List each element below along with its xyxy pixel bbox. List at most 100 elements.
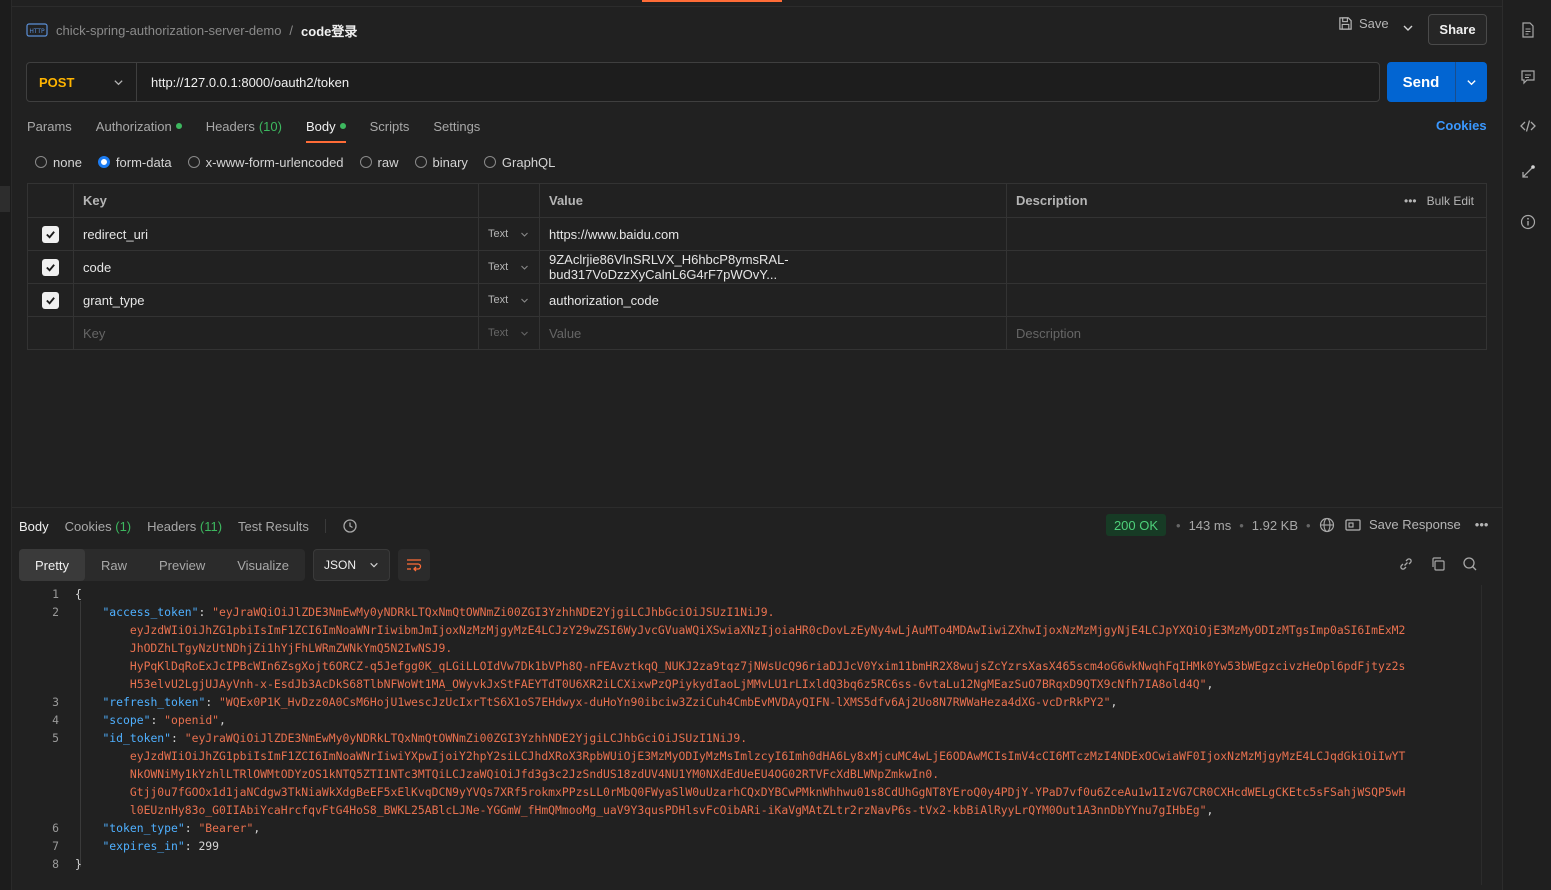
response-tab-headers-count: (11) bbox=[199, 518, 223, 534]
new-description-input[interactable]: Description bbox=[1006, 317, 1486, 349]
row-type-select[interactable]: Text bbox=[478, 284, 539, 316]
row-value[interactable]: https://www.baidu.com bbox=[539, 218, 1006, 250]
save-button[interactable]: Save bbox=[1338, 16, 1389, 31]
tab-body[interactable]: Body bbox=[305, 116, 346, 143]
code-icon[interactable] bbox=[1519, 117, 1537, 135]
row-description[interactable] bbox=[1006, 218, 1486, 250]
new-type-select[interactable]: Text bbox=[478, 317, 539, 349]
radio-raw[interactable]: raw bbox=[359, 154, 399, 170]
code-line: 3 "refresh_token": "WQEx0P1K_HvDzz0A0CsM… bbox=[19, 693, 1487, 711]
response-body-code[interactable]: 1{2 "access_token": "eyJraWQiOiJlZDE3NmE… bbox=[19, 585, 1487, 885]
radio-graphql[interactable]: GraphQL bbox=[483, 155, 555, 170]
format-select[interactable]: JSON bbox=[313, 549, 391, 581]
response-tab-headers[interactable]: Headers (11) bbox=[147, 519, 222, 534]
breadcrumb-separator: / bbox=[289, 22, 294, 38]
share-button[interactable]: Share bbox=[1428, 14, 1487, 45]
method-label: POST bbox=[39, 74, 75, 90]
wrap-lines-button[interactable] bbox=[398, 549, 431, 581]
active-dot-icon bbox=[175, 123, 182, 129]
related-collections-icon[interactable] bbox=[1519, 163, 1537, 181]
response-tab-cookies[interactable]: Cookies (1) bbox=[65, 519, 131, 534]
row-value[interactable]: 9ZAclrjie86VlnSRLVX_H6hbcP8ymsRAL-bud317… bbox=[539, 251, 1006, 283]
code-scrollbar[interactable] bbox=[1481, 585, 1487, 885]
tab-settings[interactable]: Settings bbox=[433, 116, 480, 136]
row-checkbox-cell[interactable] bbox=[28, 218, 73, 250]
status-badge[interactable]: 200 OK bbox=[1106, 514, 1166, 536]
view-tab-preview[interactable]: Preview bbox=[143, 549, 221, 581]
globe-icon[interactable] bbox=[1319, 517, 1335, 533]
response-size[interactable]: 1.92 KB bbox=[1252, 518, 1298, 533]
tab-authorization-label: Authorization bbox=[95, 118, 172, 134]
row-key[interactable]: grant_type bbox=[73, 284, 478, 316]
checkbox-checked-icon[interactable] bbox=[42, 225, 59, 243]
cookies-link[interactable]: Cookies bbox=[1436, 118, 1487, 133]
info-icon[interactable] bbox=[1519, 213, 1537, 231]
response-tab-body[interactable]: Body bbox=[19, 519, 49, 534]
row-type-label: Text bbox=[488, 261, 509, 273]
row-type-select[interactable]: Text bbox=[478, 218, 539, 250]
comments-icon[interactable] bbox=[1519, 68, 1537, 86]
row-key[interactable]: code bbox=[73, 251, 478, 283]
send-button[interactable]: Send bbox=[1387, 62, 1455, 102]
line-number: 7 bbox=[52, 839, 59, 853]
row-checkbox-cell[interactable] bbox=[28, 284, 73, 316]
method-select[interactable]: POST bbox=[27, 63, 137, 101]
url-input[interactable] bbox=[137, 74, 1379, 90]
bulk-edit-label: Bulk Edit bbox=[1426, 193, 1474, 208]
history-icon[interactable] bbox=[342, 518, 358, 534]
bulk-edit-button[interactable]: ••• Bulk Edit bbox=[1404, 194, 1474, 208]
code-line: 6 "token_type": "Bearer", bbox=[19, 819, 1487, 837]
row-description[interactable] bbox=[1006, 284, 1486, 316]
radio-form-data[interactable]: form-data bbox=[97, 155, 172, 170]
save-options-chevron-icon[interactable] bbox=[1402, 22, 1414, 34]
new-key-input[interactable]: Key bbox=[73, 317, 478, 349]
radio-x-www-form-urlencoded[interactable]: x-www-form-urlencoded bbox=[187, 155, 344, 170]
radio-label: raw bbox=[377, 154, 399, 170]
response-time[interactable]: 143 ms bbox=[1189, 518, 1232, 533]
radio-binary[interactable]: binary bbox=[414, 155, 468, 170]
view-tab-visualize[interactable]: Visualize bbox=[221, 549, 305, 581]
new-value-input[interactable]: Value bbox=[539, 317, 1006, 349]
code-text: } bbox=[75, 855, 82, 873]
request-title[interactable]: code登录 bbox=[301, 21, 357, 40]
response-view-bar: Pretty Raw Preview Visualize JSON bbox=[19, 549, 431, 581]
more-options-icon[interactable]: ••• bbox=[1475, 517, 1489, 532]
table-row-empty: Key Text Value Description bbox=[28, 316, 1486, 349]
save-response-button[interactable]: Save Response ••• bbox=[1345, 517, 1488, 532]
checkbox-checked-icon[interactable] bbox=[42, 258, 59, 276]
tab-headers[interactable]: Headers (10) bbox=[206, 116, 282, 136]
row-type-select[interactable]: Text bbox=[478, 251, 539, 283]
json-key: "refresh_token" bbox=[102, 695, 206, 709]
tab-separator bbox=[324, 519, 326, 533]
radio-none[interactable]: none bbox=[35, 155, 82, 170]
row-checkbox-cell[interactable] bbox=[28, 251, 73, 283]
code-line: eyJzdWIiOiJhZG1pbiIsImF1ZCI6ImNoaWNrIiwi… bbox=[19, 621, 1487, 639]
code-line: l0EUznHy83o_G0IIAbiYcaHrcfqvFtG4HoS8_BWK… bbox=[19, 801, 1487, 819]
search-icon[interactable] bbox=[1462, 556, 1478, 572]
json-punct: { bbox=[75, 587, 82, 601]
breadcrumb-collection[interactable]: chick-spring-authorization-server-demo bbox=[56, 23, 281, 38]
tab-scripts[interactable]: Scripts bbox=[370, 116, 410, 136]
response-tab-test-results[interactable]: Test Results bbox=[238, 519, 309, 534]
tab-params[interactable]: Params bbox=[27, 116, 72, 136]
code-text: "token_type": "Bearer", bbox=[75, 819, 260, 837]
tab-authorization[interactable]: Authorization bbox=[96, 116, 182, 136]
response-divider[interactable] bbox=[12, 507, 1502, 508]
copy-icon[interactable] bbox=[1430, 556, 1446, 572]
row-key[interactable]: redirect_uri bbox=[73, 218, 478, 250]
row-value[interactable]: authorization_code bbox=[539, 284, 1006, 316]
send-options-button[interactable] bbox=[1455, 62, 1487, 102]
code-line: 2 "access_token": "eyJraWQiOiJlZDE3NmEwM… bbox=[19, 603, 1487, 621]
documentation-icon[interactable] bbox=[1519, 21, 1537, 39]
table-row: grant_type Text authorization_code bbox=[28, 283, 1486, 316]
code-text: H53elvU2LgjUJAyVnh-x-EsdJb3AcDkS68TlbNFW… bbox=[75, 675, 1214, 693]
link-icon[interactable] bbox=[1398, 556, 1414, 572]
view-tab-pretty[interactable]: Pretty bbox=[19, 549, 85, 581]
view-tab-raw[interactable]: Raw bbox=[85, 549, 143, 581]
sidebar-collapse-handle[interactable] bbox=[0, 186, 10, 212]
code-line: 8} bbox=[19, 855, 1487, 873]
save-response-icon bbox=[1345, 518, 1361, 531]
row-type-label: Text bbox=[488, 294, 509, 306]
checkbox-checked-icon[interactable] bbox=[42, 291, 59, 309]
row-description[interactable] bbox=[1006, 251, 1486, 283]
